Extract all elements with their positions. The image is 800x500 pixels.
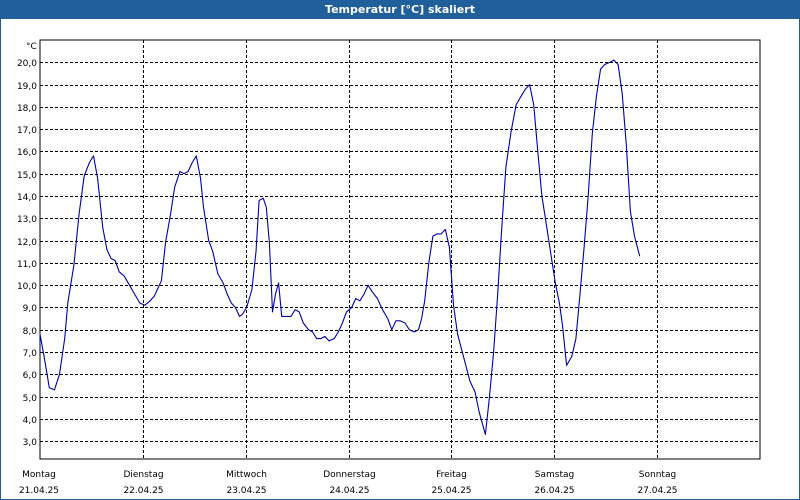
x-day-label: Mittwoch <box>226 470 267 480</box>
y-tick-label: 17,0 <box>17 126 37 136</box>
x-date-label: 24.04.25 <box>329 486 369 496</box>
y-tick-label: 14,0 <box>17 193 37 203</box>
y-tick-label: 18,0 <box>17 104 37 114</box>
x-date-label: 26.04.25 <box>534 486 574 496</box>
y-tick-label: 11,0 <box>17 260 37 270</box>
x-day-label: Montag <box>22 470 56 480</box>
x-day-label: Donnerstag <box>323 470 376 480</box>
x-day-label: Dienstag <box>123 470 163 480</box>
x-day-label: Samstag <box>535 470 574 480</box>
y-tick-label: 7,0 <box>23 349 38 359</box>
y-tick-label: 3,0 <box>23 438 38 448</box>
x-date-label: 27.04.25 <box>637 486 677 496</box>
y-tick-label: 6,0 <box>23 371 38 381</box>
y-tick-label: 4,0 <box>23 416 38 426</box>
plot-area <box>39 39 761 460</box>
y-tick-label: 5,0 <box>23 394 38 404</box>
y-tick-label: 9,0 <box>23 304 38 314</box>
y-axis-unit: °C <box>26 42 37 52</box>
x-day-label: Sonntag <box>639 470 676 480</box>
x-day-label: Freitag <box>436 470 467 480</box>
y-tick-label: 12,0 <box>17 238 37 248</box>
temperature-chart: 3,0 4,0 5,0 6,0 7,0 8,0 9,0 10,0 11,0 12,0 13,0 14,… <box>17 39 761 496</box>
x-date-label: 22.04.25 <box>123 486 163 496</box>
x-date-label: 25.04.25 <box>431 486 471 496</box>
y-tick-label: 8,0 <box>23 327 38 337</box>
y-tick-label: 19,0 <box>17 82 37 92</box>
chart-window: Temperatur [°C] skaliert 3,0 4,0 5,0 6,0 7,0… <box>0 0 800 500</box>
y-tick-label: 10,0 <box>17 282 37 292</box>
x-date-label: 23.04.25 <box>226 486 266 496</box>
y-tick-label: 20,0 <box>17 59 37 69</box>
y-tick-label: 15,0 <box>17 171 37 181</box>
y-tick-label: 16,0 <box>17 148 37 158</box>
y-tick-label: 13,0 <box>17 215 37 225</box>
x-date-label: 21.04.25 <box>19 486 59 496</box>
